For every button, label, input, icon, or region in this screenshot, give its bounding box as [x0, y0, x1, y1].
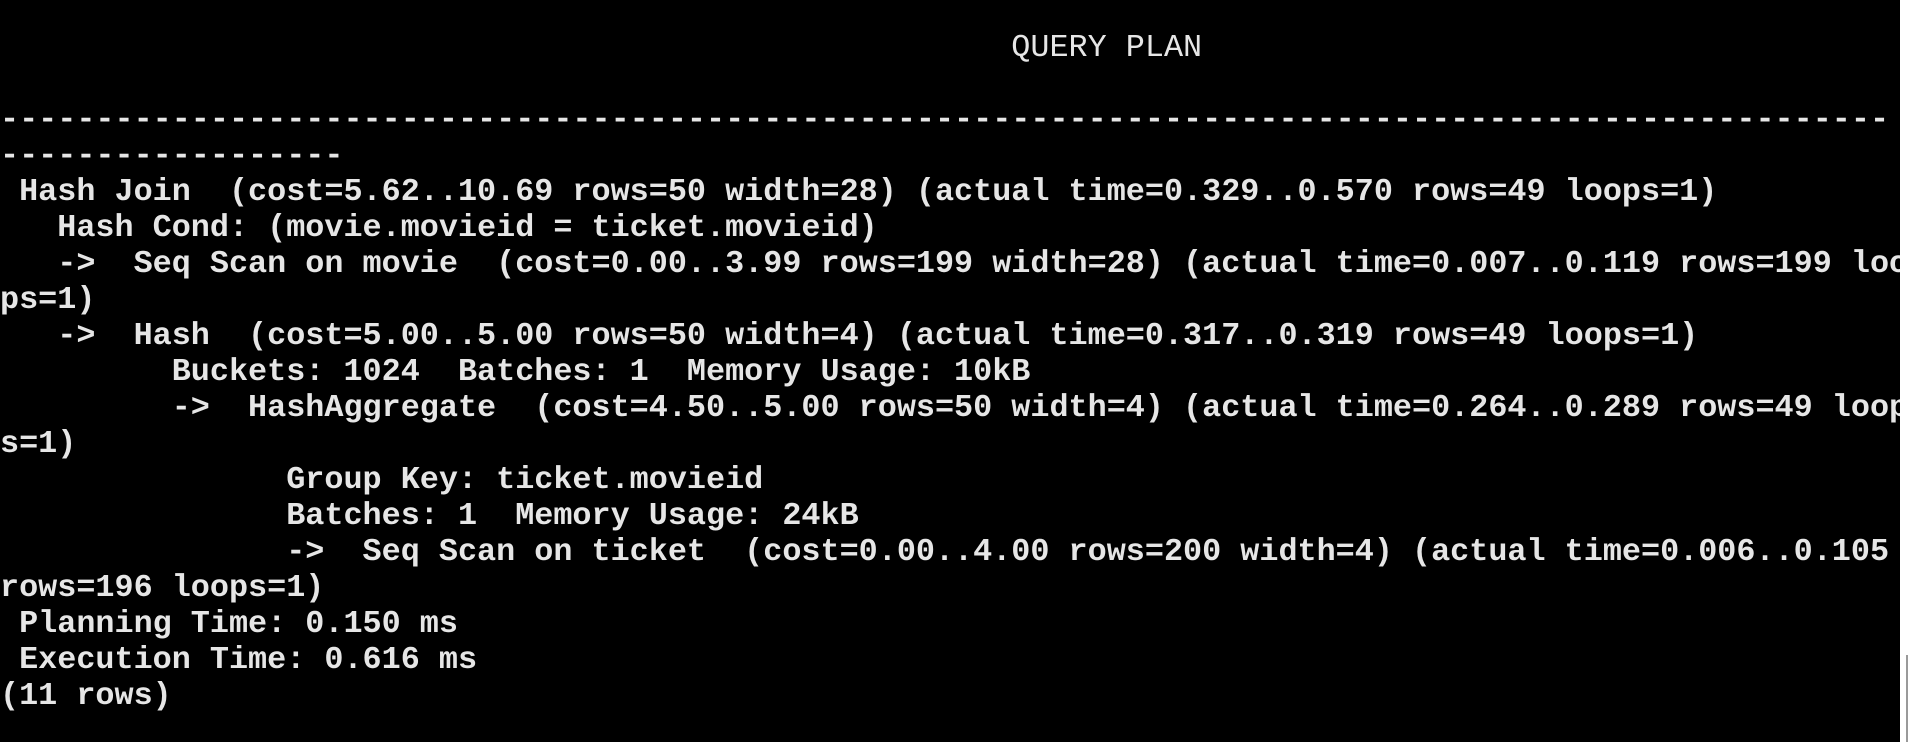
vertical-scrollbar[interactable] [1900, 0, 1918, 742]
separator-line: ----------------------------------------… [0, 102, 1890, 138]
plan-line-hash-join: Hash Join (cost=5.62..10.69 rows=50 widt… [0, 174, 1718, 210]
plan-line-hash-aggregate: -> HashAggregate (cost=4.50..5.00 rows=5… [0, 390, 1900, 426]
separator-line-continued: ------------------ [0, 138, 344, 174]
execution-time-line: Execution Time: 0.616 ms [0, 642, 478, 678]
plan-line-batches: Batches: 1 Memory Usage: 24kB [0, 498, 859, 534]
scrollbar-thumb[interactable] [1906, 655, 1908, 742]
plan-line-hash: -> Hash (cost=5.00..5.00 rows=50 width=4… [0, 318, 1699, 354]
plan-line-seq-scan-movie: -> Seq Scan on movie (cost=0.00..3.99 ro… [0, 246, 1900, 282]
row-count-line: (11 rows) [0, 678, 172, 714]
planning-time-line: Planning Time: 0.150 ms [0, 606, 458, 642]
plan-line-seq-scan-movie-wrap: ps=1) [0, 282, 96, 318]
plan-line-hash-aggregate-wrap: s=1) [0, 426, 77, 462]
terminal-window[interactable]: QUERY PLAN -----------------------------… [0, 0, 1900, 742]
query-plan-header: QUERY PLAN [0, 30, 1203, 66]
plan-line-hash-cond: Hash Cond: (movie.movieid = ticket.movie… [0, 210, 878, 246]
plan-line-seq-scan-ticket-wrap: rows=196 loops=1) [0, 570, 325, 606]
plan-line-group-key: Group Key: ticket.movieid [0, 462, 764, 498]
plan-line-buckets: Buckets: 1024 Batches: 1 Memory Usage: 1… [0, 354, 1031, 390]
plan-line-seq-scan-ticket: -> Seq Scan on ticket (cost=0.00..4.00 r… [0, 534, 1890, 570]
